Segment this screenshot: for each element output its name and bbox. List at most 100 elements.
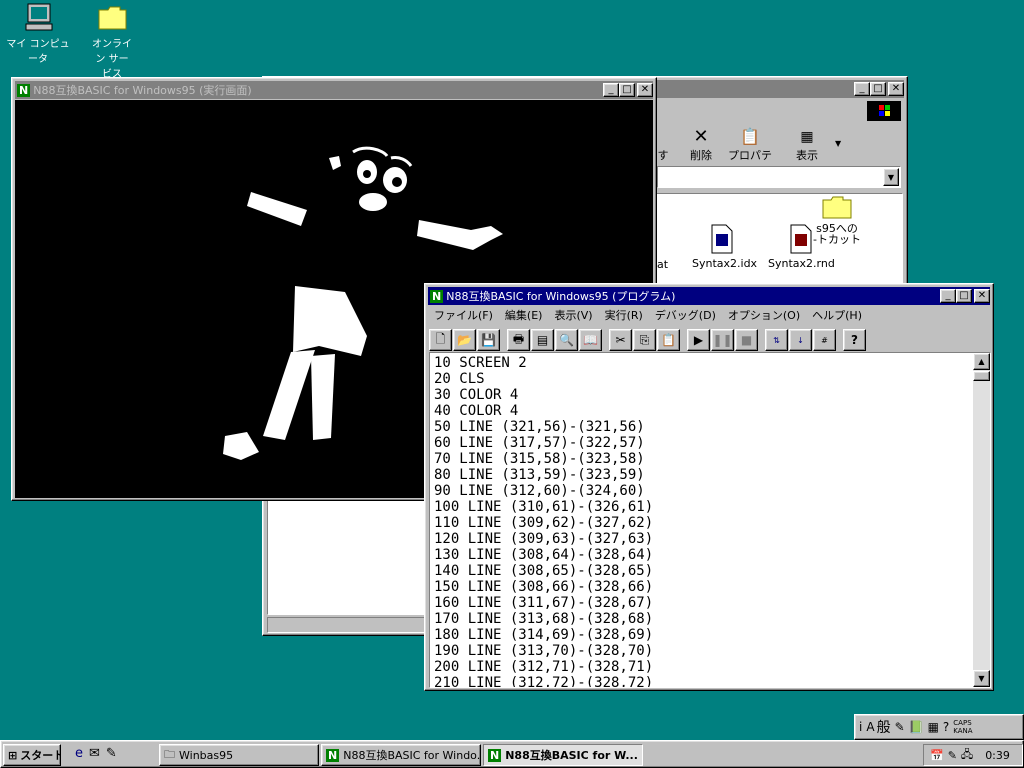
- paste-icon[interactable]: 📋: [657, 329, 680, 351]
- address-bar[interactable]: ▼: [657, 166, 901, 188]
- windows-flag-icon: ⊞: [8, 748, 18, 762]
- maximize-button[interactable]: □: [870, 82, 886, 96]
- view-button[interactable]: ▦ 表示: [785, 127, 829, 163]
- ime-tool-icon[interactable]: ✎: [895, 720, 905, 734]
- code-editor[interactable]: 10 SCREEN 2 20 CLS 30 COLOR 4 40 COLOR 4 50 …: [429, 352, 991, 688]
- stop-icon[interactable]: ■: [735, 329, 758, 351]
- menu-debug[interactable]: デバッグ(D): [649, 307, 722, 323]
- print-icon[interactable]: 🖶: [507, 329, 530, 351]
- code-lines: 10 SCREEN 2 20 CLS 30 COLOR 4 40 COLOR 4 50 …: [434, 355, 654, 687]
- caps-kana-indicator: CAPS KANA: [953, 719, 972, 735]
- line-numbers-icon[interactable]: #: [813, 329, 836, 351]
- pen-icon[interactable]: ✎: [948, 749, 957, 762]
- system-tray: 📅 ✎ 🖧 0:39: [923, 744, 1023, 766]
- quick-launch: e ✉ ✎: [75, 746, 117, 761]
- code-line: 30 COLOR 4: [434, 387, 519, 403]
- run-title-bar[interactable]: N N88互換BASIC for Windows95 (実行画面) _ □ ✕: [15, 81, 653, 99]
- save-icon[interactable]: 💾: [477, 329, 500, 351]
- clock[interactable]: 0:39: [985, 749, 1010, 762]
- code-line: 50 LINE (321,56)-(321,56): [434, 419, 645, 435]
- file-item[interactable]: s95への -トカット: [804, 194, 870, 245]
- computer-icon: [25, 3, 53, 31]
- scroll-thumb[interactable]: [973, 371, 990, 381]
- app-n-icon: N: [326, 748, 340, 762]
- code-line: 130 LINE (308,64)-(328,64): [434, 547, 654, 563]
- menu-help[interactable]: ヘルプ(H): [806, 307, 868, 323]
- code-line: 200 LINE (312,71)-(328,71): [434, 659, 654, 675]
- code-line: 180 LINE (314,69)-(328,69): [434, 627, 654, 643]
- open-folder-icon[interactable]: 📂: [453, 329, 476, 351]
- pause-icon[interactable]: ❚❚: [711, 329, 734, 351]
- task-label: N88互換BASIC for W...: [505, 749, 638, 762]
- code-line: 60 LINE (317,57)-(322,57): [434, 435, 645, 451]
- delete-button[interactable]: ✕ 削除: [681, 127, 721, 163]
- ime-mode-icon[interactable]: ⅰ: [859, 720, 862, 734]
- menu-view[interactable]: 表示(V): [548, 307, 598, 323]
- desktop-icon-my-computer[interactable]: マイ コンピュータ: [2, 2, 74, 65]
- taskbar-item-run-window[interactable]: N N88互換BASIC for Windo...: [321, 744, 481, 766]
- code-line: 150 LINE (308,66)-(328,66): [434, 579, 654, 595]
- renumber-icon[interactable]: ⇅: [765, 329, 788, 351]
- program-window[interactable]: N N88互換BASIC for Windows95 (プログラム) _ □ ✕…: [424, 283, 994, 691]
- taskbar-item-winbas95[interactable]: 🗀 Winbas95: [159, 744, 319, 766]
- channels-icon[interactable]: ✎: [106, 746, 117, 761]
- code-line: 100 LINE (310,61)-(326,61): [434, 499, 654, 515]
- ime-help-icon[interactable]: ?: [943, 720, 949, 734]
- minimize-button[interactable]: _: [854, 82, 870, 96]
- close-button[interactable]: ✕: [637, 83, 653, 97]
- folder-icon: 🗀: [164, 747, 175, 761]
- copy-icon[interactable]: ⎘: [633, 329, 656, 351]
- help-icon[interactable]: ?: [843, 329, 866, 351]
- code-line: 90 LINE (312,60)-(324,60): [434, 483, 645, 499]
- file-item[interactable]: Syntax2.idx: [692, 224, 757, 270]
- caps-label: CAPS: [953, 719, 972, 727]
- vertical-scrollbar[interactable]: ▲ ▼: [973, 353, 990, 687]
- window-title: N88互換BASIC for Windows95 (実行画面): [33, 84, 252, 97]
- view-dropdown-arrow-icon[interactable]: ▼: [835, 139, 841, 148]
- code-line: 20 CLS: [434, 371, 485, 387]
- network-icon[interactable]: 🖧: [961, 746, 973, 765]
- sort-lines-icon[interactable]: ↓: [789, 329, 812, 351]
- properties-icon: 📋: [740, 127, 760, 146]
- task-label: N88互換BASIC for Windo...: [343, 749, 481, 762]
- menu-edit[interactable]: 編集(E): [499, 307, 549, 323]
- cut-icon[interactable]: ✂: [609, 329, 632, 351]
- scheduler-icon[interactable]: 📅: [930, 749, 944, 762]
- minimize-button[interactable]: _: [940, 289, 956, 303]
- maximize-button[interactable]: □: [956, 289, 972, 303]
- ime-conversion-mode[interactable]: 般: [877, 717, 891, 737]
- kana-label: KANA: [953, 727, 973, 735]
- menu-options[interactable]: オプション(O): [722, 307, 806, 323]
- minimize-button[interactable]: _: [603, 83, 619, 97]
- menu-file[interactable]: ファイル(F): [428, 307, 499, 323]
- code-line: 160 LINE (311,67)-(328,67): [434, 595, 654, 611]
- print-preview-icon[interactable]: ▤: [531, 329, 554, 351]
- ime-input-icon[interactable]: A: [866, 720, 874, 734]
- window-title: N88互換BASIC for Windows95 (プログラム): [446, 290, 676, 303]
- mail-icon[interactable]: ✉: [89, 746, 100, 761]
- maximize-button[interactable]: □: [619, 83, 635, 97]
- code-line: 10 SCREEN 2: [434, 355, 527, 371]
- code-line: 170 LINE (313,68)-(328,68): [434, 611, 654, 627]
- start-button[interactable]: ⊞ スタート: [3, 744, 61, 766]
- ime-dictionary-icon[interactable]: 📗: [909, 720, 924, 734]
- taskbar-item-program-window[interactable]: N N88互換BASIC for W...: [483, 744, 643, 766]
- document-icon: [711, 224, 733, 254]
- book-icon[interactable]: 📖: [579, 329, 602, 351]
- close-button[interactable]: ✕: [974, 289, 990, 303]
- scroll-down-button[interactable]: ▼: [973, 670, 990, 687]
- run-icon[interactable]: ▶: [687, 329, 710, 351]
- search-icon[interactable]: 🔍: [555, 329, 578, 351]
- new-file-icon[interactable]: 🗋: [429, 329, 452, 351]
- address-dropdown-button[interactable]: ▼: [883, 168, 899, 186]
- app-n-icon: N: [17, 83, 31, 97]
- file-name: s95への -トカット: [813, 222, 861, 246]
- program-title-bar[interactable]: N N88互換BASIC for Windows95 (プログラム) _ □ ✕: [428, 287, 990, 305]
- ime-pad-icon[interactable]: ▦: [928, 720, 939, 734]
- scroll-up-button[interactable]: ▲: [973, 353, 990, 370]
- desktop-icon-online-services[interactable]: オンライン サービス: [76, 2, 148, 80]
- internet-explorer-icon[interactable]: e: [75, 746, 83, 761]
- close-button[interactable]: ✕: [888, 82, 904, 96]
- menu-run[interactable]: 実行(R): [599, 307, 649, 323]
- toolbar-label: す: [657, 149, 669, 162]
